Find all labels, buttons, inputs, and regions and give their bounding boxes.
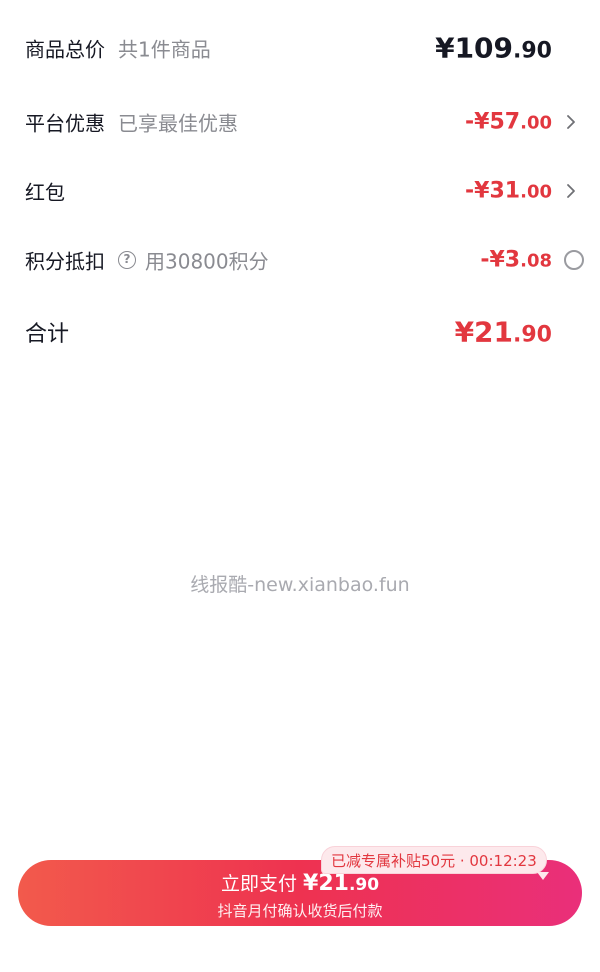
points-deduction-label: 积分抵扣 (25, 249, 105, 274)
pay-button-subtext: 抖音月付确认收货后付款 (217, 902, 383, 920)
points-deduction-row[interactable]: 积分抵扣 ? 用30800积分 -¥3.08 (0, 235, 600, 285)
subsidy-promo-badge: 已减专属补贴50元 · 00:12:23 (321, 846, 547, 874)
pay-button-label: 立即支付 (220, 873, 297, 895)
platform-discount-amount: -¥57.00 (465, 110, 552, 135)
items-total-currency: ¥ (435, 31, 455, 65)
question-circle-icon[interactable]: ? (118, 251, 136, 269)
pay-button-dec: .90 (348, 875, 380, 895)
platform-discount-sub: 已享最佳优惠 (118, 111, 238, 136)
points-deduction-amount: -¥3.08 (480, 248, 552, 273)
platform-discount-dec: .00 (520, 112, 552, 134)
points-usage-text: 用30800积分 (145, 249, 269, 274)
pay-button-currency: ¥ (303, 871, 319, 896)
chevron-right-icon[interactable] (564, 112, 578, 132)
red-packet-prefix: -¥ (465, 178, 490, 204)
items-total-row: 商品总价 共1件商品 ¥109.90 (0, 23, 600, 73)
items-total-amount: ¥109.90 (435, 32, 552, 65)
total-dec: .90 (513, 322, 552, 348)
red-packet-label: 红包 (25, 180, 65, 205)
items-total-label: 商品总价 (25, 37, 105, 62)
radio-unchecked-icon[interactable] (564, 250, 584, 270)
items-total-int: 109 (454, 31, 514, 65)
total-amount: ¥21.90 (455, 316, 552, 349)
platform-discount-label: 平台优惠 (25, 111, 105, 136)
points-prefix: -¥ (480, 247, 505, 273)
red-packet-amount: -¥31.00 (465, 179, 552, 204)
points-int: 3 (504, 247, 521, 273)
platform-discount-prefix: -¥ (465, 109, 490, 135)
total-int: 21 (474, 315, 514, 349)
total-row: 合计 ¥21.90 (0, 307, 600, 357)
platform-discount-int: 57 (489, 109, 521, 135)
chevron-right-icon[interactable] (564, 181, 578, 201)
red-packet-int: 31 (489, 178, 521, 204)
total-currency: ¥ (454, 315, 475, 349)
promo-badge-tail (537, 872, 549, 880)
items-total-dec: .90 (513, 38, 552, 64)
points-dec: .08 (520, 250, 552, 272)
red-packet-row[interactable]: 红包 -¥31.00 (0, 166, 600, 216)
total-label: 合计 (25, 322, 70, 347)
watermark-text: 线报酷-new.xianbao.fun (190, 574, 410, 596)
red-packet-dec: .00 (520, 181, 552, 203)
platform-discount-row[interactable]: 平台优惠 已享最佳优惠 -¥57.00 (0, 97, 600, 147)
items-count-text: 共1件商品 (118, 37, 211, 62)
